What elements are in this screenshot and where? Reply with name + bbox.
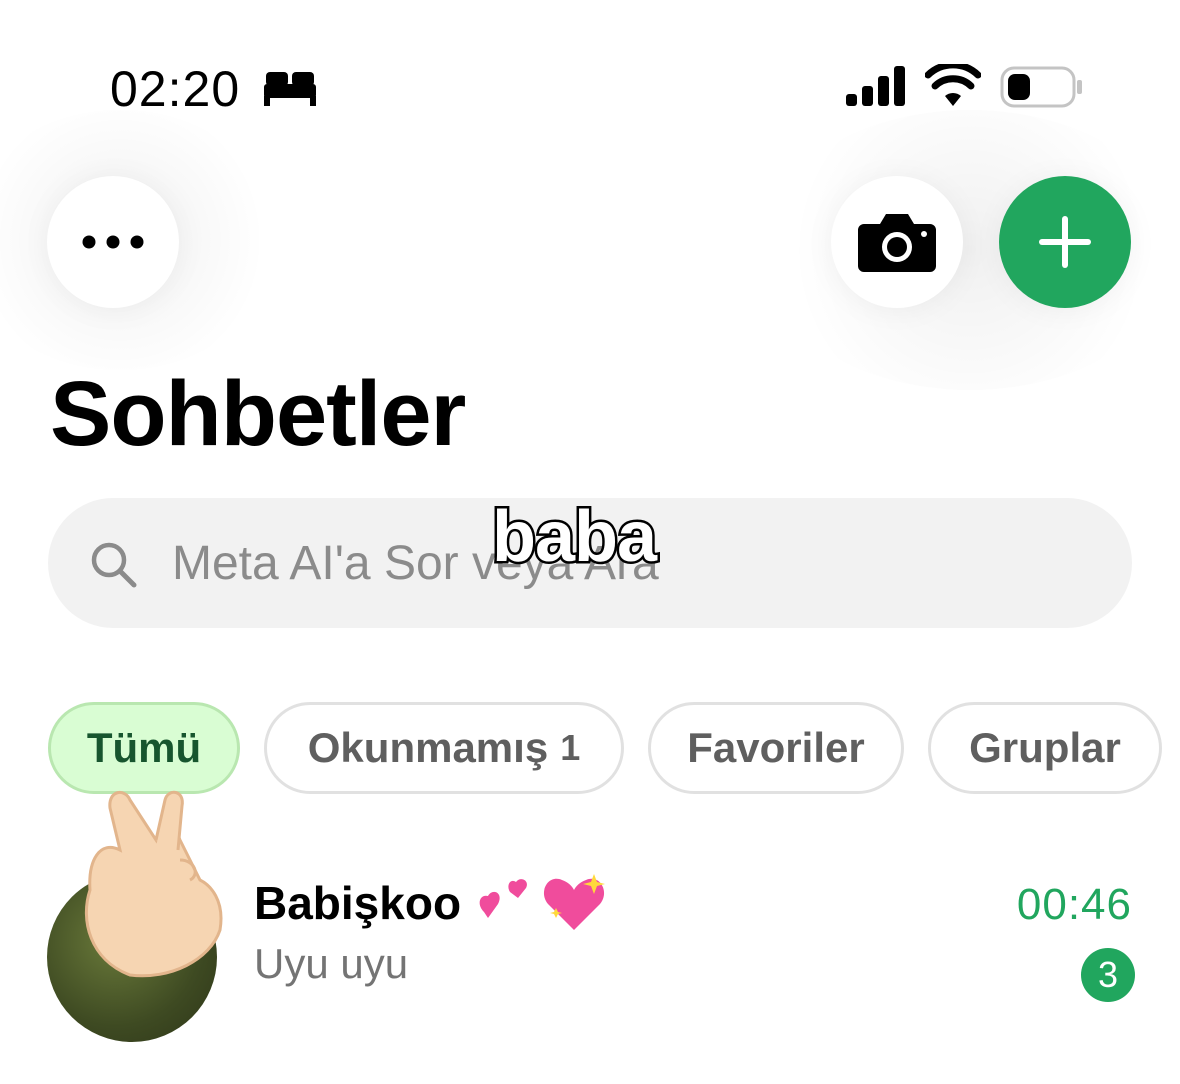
sparkling-heart-icon bbox=[543, 874, 605, 930]
filter-chip-label: Tümü bbox=[86, 724, 202, 771]
two-hearts-icon bbox=[479, 879, 527, 918]
camera-button[interactable] bbox=[831, 176, 963, 308]
filter-chip-label: Okunmamış bbox=[307, 724, 549, 771]
page-title: Sohbetler bbox=[50, 363, 466, 465]
chat-last-message: Uyu uyu bbox=[254, 940, 409, 987]
filter-chip-label: Favoriler bbox=[687, 724, 865, 771]
bed-icon bbox=[264, 72, 316, 106]
finger-heart-hand-icon bbox=[84, 790, 223, 978]
text-sticker: baba bbox=[489, 495, 659, 580]
unread-badge: 3 bbox=[1081, 948, 1135, 1002]
wifi-icon bbox=[925, 64, 981, 106]
filter-chip-unread[interactable]: Okunmamış 1 bbox=[264, 702, 624, 794]
filter-chip-favorites[interactable]: Favoriler bbox=[648, 702, 904, 794]
battery-icon bbox=[1000, 66, 1082, 108]
more-options-button[interactable] bbox=[47, 176, 179, 308]
filter-chip-label: Gruplar bbox=[969, 724, 1121, 771]
search-icon bbox=[91, 542, 137, 588]
camera-icon bbox=[858, 214, 936, 272]
filter-chip-groups[interactable]: Gruplar bbox=[928, 702, 1162, 794]
signal-icon bbox=[846, 66, 905, 106]
ellipsis-icon bbox=[82, 235, 144, 249]
filter-chip-count: 1 bbox=[560, 727, 581, 768]
new-chat-button[interactable] bbox=[999, 176, 1131, 308]
chat-time: 00:46 bbox=[1016, 880, 1132, 929]
chat-name[interactable]: Babişkoo bbox=[254, 876, 461, 930]
plus-icon bbox=[1039, 216, 1091, 268]
